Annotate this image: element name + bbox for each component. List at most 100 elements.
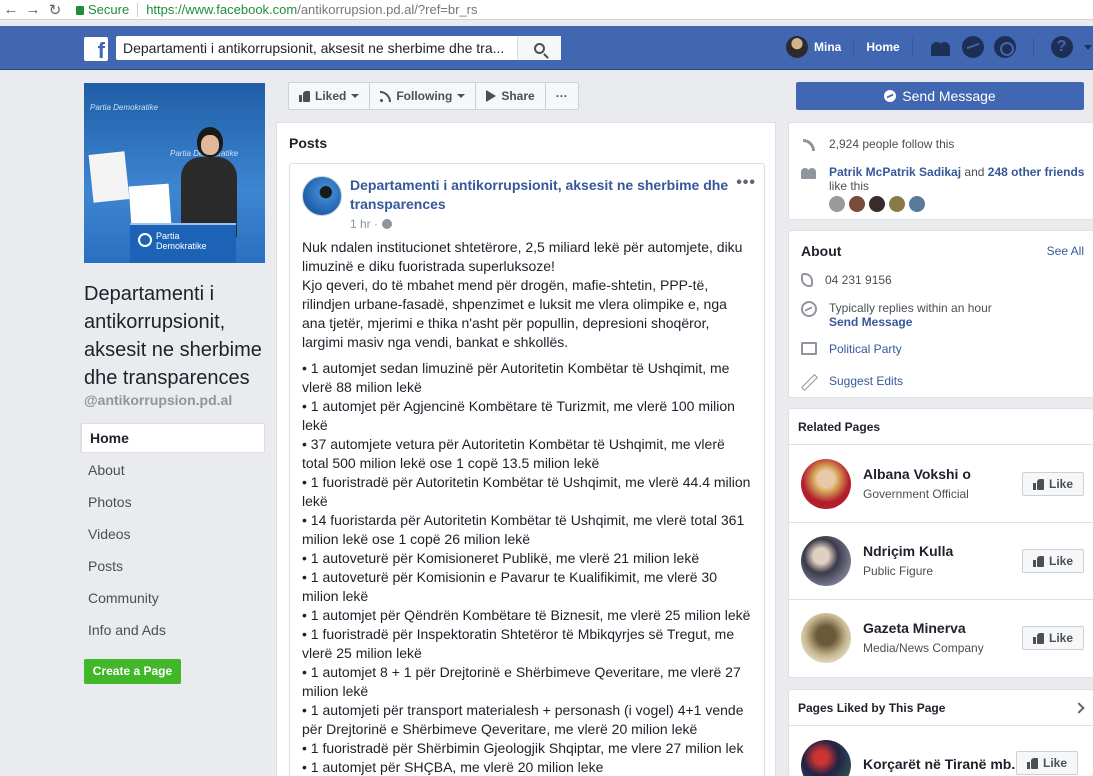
share-button[interactable]: Share (476, 83, 546, 109)
home-link[interactable]: Home (866, 40, 899, 54)
phone-row: 04 231 9156 (801, 273, 892, 287)
avatar[interactable] (849, 196, 865, 212)
friend-name-link[interactable]: Patrik McPatrik Sadikaj (829, 165, 961, 179)
post-author-link[interactable]: Departamenti i antikorrupsionit, aksesit… (350, 176, 730, 214)
nav-item-about[interactable]: About (80, 455, 265, 487)
posts-section: Posts Departamenti i antikorrupsionit, a… (276, 122, 776, 776)
phone-icon (801, 273, 813, 287)
avatar[interactable] (889, 196, 905, 212)
url-field[interactable]: https://www.facebook.com/antikorrupsion.… (146, 2, 477, 17)
post-bullet-list: • 1 automjet sedan limuzinë për Autorite… (302, 359, 754, 776)
back-arrow-icon[interactable]: ← (0, 1, 22, 18)
search-input[interactable]: Departamenti i antikorrupsionit, aksesit… (116, 40, 517, 56)
thumbs-up-icon (1032, 478, 1044, 490)
dropdown-arrow-icon (457, 94, 466, 98)
podium-text: Partia Demokratike (156, 231, 207, 251)
top-bar-right: Mina Home ? (786, 36, 1092, 58)
divider (1032, 38, 1034, 56)
search-box[interactable]: Departamenti i antikorrupsionit, aksesit… (116, 36, 561, 60)
more-options-button[interactable]: ··· (546, 83, 578, 109)
pages-liked-heading[interactable]: Pages Liked by This Page (789, 690, 1093, 726)
about-card: About See All 04 231 9156 Typically repl… (788, 230, 1093, 398)
nav-item-info-and-ads[interactable]: Info and Ads (80, 615, 265, 647)
post-timestamp[interactable]: 1 hr · (350, 217, 378, 231)
avatar[interactable] (909, 196, 925, 212)
following-button[interactable]: Following (370, 83, 477, 109)
messenger-icon (884, 90, 897, 102)
follow-rss-icon (803, 139, 815, 151)
pencil-icon (801, 374, 817, 390)
thumbs-up-icon (1026, 757, 1038, 769)
posts-heading: Posts (289, 135, 328, 151)
rss-follow-icon (380, 90, 392, 102)
related-page-category: Public Figure (863, 564, 934, 578)
public-globe-icon (382, 219, 393, 229)
send-message-link[interactable]: Send Message (829, 315, 912, 329)
page-nav: Home About Photos Videos Posts Community… (80, 423, 265, 647)
reload-icon[interactable]: ↻ (44, 1, 66, 19)
nav-item-posts[interactable]: Posts (80, 551, 265, 583)
friends-like-row: Patrik McPatrik Sadikaj and 248 other fr… (801, 165, 1084, 193)
nav-item-photos[interactable]: Photos (80, 487, 265, 519)
messenger-icon[interactable] (961, 36, 984, 58)
post-meta: 1 hr · (350, 217, 393, 231)
user-avatar[interactable] (786, 36, 808, 58)
related-page-name[interactable]: Ndriçim Kulla (863, 543, 953, 559)
related-page-avatar[interactable] (801, 459, 851, 509)
avatar[interactable] (829, 196, 845, 212)
like-button[interactable]: Like (1022, 626, 1084, 650)
list-item: • 1 automjet 8 + 1 për Drejtorinë e Shër… (302, 664, 741, 699)
phone-number[interactable]: 04 231 9156 (825, 273, 892, 287)
help-icon[interactable]: ? (1050, 36, 1073, 58)
pages-liked-card: Pages Liked by This Page Korçarët në Tir… (788, 689, 1093, 776)
user-name-link[interactable]: Mina (814, 40, 841, 54)
url-path: /antikorrupsion.pd.al/?ref=br_rs (297, 2, 478, 17)
post-body: Nuk ndalen institucionet shtetërore, 2,5… (302, 238, 754, 776)
avatar[interactable] (869, 196, 885, 212)
list-item: • 1 autoveturë për Komisionin e Pavarur … (302, 569, 717, 604)
like-button[interactable]: Like (1022, 472, 1084, 496)
party-logo-icon (138, 233, 152, 247)
cover-document (88, 151, 130, 203)
send-message-button[interactable]: Send Message (796, 82, 1084, 110)
nav-item-videos[interactable]: Videos (80, 519, 265, 551)
reply-text: Typically replies within an hour Send Mes… (829, 301, 992, 329)
notifications-globe-icon[interactable] (993, 36, 1016, 58)
liked-page-name[interactable]: Korçarët në Tiranë mb... (863, 756, 1023, 772)
suggest-edits-link[interactable]: Suggest Edits (829, 374, 903, 388)
related-page-name[interactable]: Gazeta Minerva (863, 620, 966, 636)
list-item: • 14 fuoristarda për Autoritetin Kombëta… (302, 512, 745, 547)
post-options-button[interactable]: ••• (736, 174, 756, 192)
account-menu-caret-icon[interactable] (1083, 44, 1092, 50)
liked-button[interactable]: Liked (289, 83, 371, 109)
facebook-logo-icon[interactable]: f (84, 37, 108, 61)
list-item: • 1 automjeti për transport materialesh … (302, 702, 744, 737)
divider (911, 38, 913, 56)
forward-arrow-icon[interactable]: → (22, 1, 44, 18)
search-button[interactable] (517, 36, 561, 60)
thumbs-up-icon (1032, 555, 1044, 567)
see-all-link[interactable]: See All (1047, 244, 1084, 258)
nav-item-community[interactable]: Community (80, 583, 265, 615)
suggest-row: Suggest Edits (801, 374, 903, 390)
category-link[interactable]: Political Party (829, 342, 902, 356)
page-profile-picture[interactable]: Partia Demokratike Partia Demokratike Pa… (84, 83, 265, 263)
page-handle[interactable]: @antikorrupsion.pd.al (84, 392, 232, 408)
like-button[interactable]: Like (1022, 549, 1084, 573)
secure-indicator[interactable]: Secure (76, 2, 129, 17)
post-author-avatar[interactable] (302, 176, 342, 216)
related-page-avatar[interactable] (801, 536, 851, 586)
related-page-name[interactable]: Albana Vokshi o (863, 466, 971, 482)
like-button[interactable]: Like (1016, 751, 1078, 775)
related-page-avatar[interactable] (801, 613, 851, 663)
thumbs-up-icon (299, 90, 310, 102)
liked-page-avatar[interactable] (801, 740, 851, 776)
create-page-button[interactable]: Create a Page (84, 659, 181, 684)
other-friends-link[interactable]: 248 other friends (988, 165, 1085, 179)
friend-requests-icon[interactable] (930, 36, 952, 58)
url-host: https://www.facebook.com (146, 2, 298, 17)
messenger-icon (801, 301, 817, 317)
like-label: Like (1048, 477, 1073, 491)
nav-item-home[interactable]: Home (80, 423, 265, 453)
page-title[interactable]: Departamenti i antikorrupsionit, aksesit… (84, 280, 274, 392)
